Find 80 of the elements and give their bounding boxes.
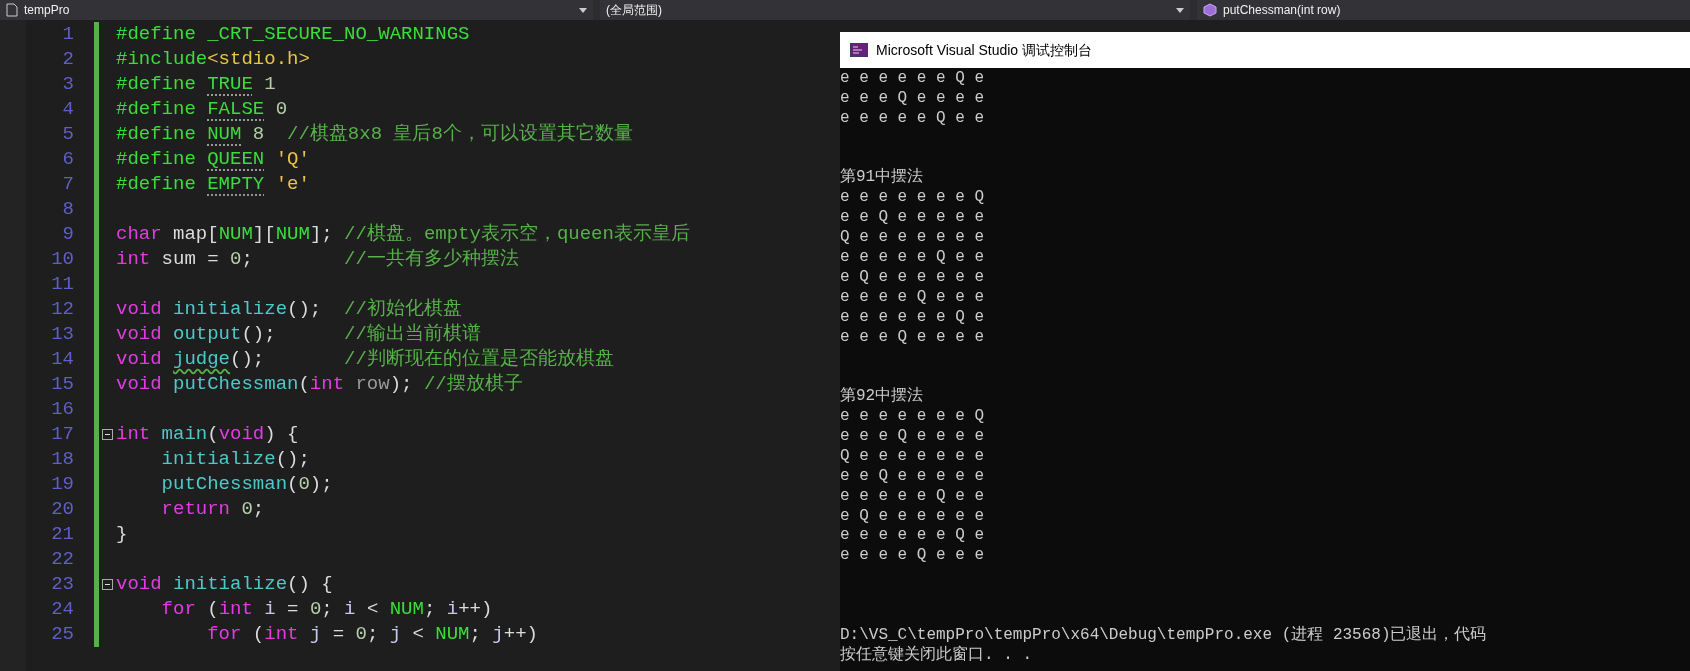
console-output-line: e e Q e e e e e [840, 466, 986, 487]
code-line: #define FALSE 0 [116, 97, 288, 123]
console-output-line: e e e e Q e e e [840, 546, 986, 567]
console-output-line: e e e e Q e e e [840, 287, 986, 308]
console-output-line: e e e Q e e e e [840, 88, 986, 109]
line-number: 9 [61, 222, 74, 248]
code-line: void judge(); //判断现在的位置是否能放棋盘 [116, 347, 614, 373]
line-number: 3 [61, 72, 74, 98]
line-number: 19 [50, 472, 74, 498]
code-line: initialize(); [160, 447, 310, 473]
code-line: #define NUM 8 //棋盘8x8 皇后8个，可以设置其它数量 [116, 122, 633, 148]
line-number: 14 [50, 347, 74, 373]
caret-icon [579, 7, 587, 13]
console-output-line: 按任意键关闭此窗口. . . [840, 645, 1033, 666]
line-number: 18 [50, 447, 74, 473]
code-line: int sum = 0; //一共有多少种摆法 [116, 247, 519, 273]
line-number: 20 [50, 497, 74, 523]
line-number: 16 [50, 397, 74, 423]
code-line: void initialize(); //初始化棋盘 [116, 297, 462, 323]
console-output-line: 第92中摆法 [840, 387, 925, 408]
code-line: for (int i = 0; i < NUM; i++) [160, 597, 493, 623]
line-number: 22 [50, 547, 74, 573]
console-output-line: 第91中摆法 [840, 168, 925, 189]
console-output-line: Q e e e e e e e [840, 228, 986, 248]
line-number: 13 [50, 322, 74, 348]
file-icon [6, 3, 18, 17]
code-line: int main(void) { [116, 422, 299, 448]
line-number: 8 [61, 197, 74, 223]
code-line: } [116, 522, 128, 548]
line-number: 21 [50, 522, 74, 548]
line-number: 11 [50, 272, 74, 298]
line-number: 2 [61, 47, 74, 73]
line-number: 25 [50, 622, 74, 648]
code-line: #define EMPTY 'e' [116, 172, 310, 198]
console-app-icon [850, 43, 868, 57]
line-number: 15 [50, 372, 74, 398]
code-line: void output(); //输出当前棋谱 [116, 322, 481, 348]
console-output-line: e e e e e e Q e [840, 307, 986, 328]
code-line: putChessman(0); [160, 472, 333, 498]
code-line: void initialize() { [116, 572, 333, 598]
member-dropdown[interactable]: putChessman(int row) [1197, 0, 1690, 20]
code-line: char map[NUM][NUM]; //棋盘。empty表示空，queen表示皇后 [116, 222, 690, 248]
code-line: #define TRUE 1 [116, 72, 276, 98]
console-output-line: e e Q e e e e e [840, 208, 986, 229]
console-output-line: e e e e e e Q e [840, 526, 986, 547]
console-output-line: e e e e e Q e e [840, 108, 986, 129]
line-number: 6 [61, 147, 74, 173]
console-output-line: e Q e e e e e e [840, 267, 986, 288]
cube-icon [1203, 3, 1217, 17]
console-output-line: e e e e e e e Q [840, 188, 986, 209]
scope-dropdown[interactable]: (全局范围) [600, 0, 1190, 20]
project-dropdown[interactable]: tempPro [0, 0, 593, 20]
line-number: 5 [61, 122, 74, 148]
line-number: 4 [61, 97, 74, 123]
line-number: 23 [50, 572, 74, 598]
console-output-line: e e e e e Q e e [840, 486, 986, 507]
code-line: #include<stdio.h> [116, 47, 310, 73]
line-number: 10 [50, 247, 74, 273]
code-line: void putChessman(int row); //摆放棋子 [116, 372, 523, 398]
console-output-line: e e e e e Q e e [840, 248, 986, 268]
console-output-line: e e e Q e e e e [840, 327, 986, 348]
code-line: #define QUEEN 'Q' [116, 147, 310, 173]
line-number: 24 [50, 597, 74, 623]
code-line: #define _CRT_SECURE_NO_WARNINGS [116, 22, 470, 48]
console-output-line: e e e e e e e Q [840, 407, 986, 428]
console-output-line: e Q e e e e e e [840, 506, 986, 527]
console-title: Microsoft Visual Studio 调试控制台 [876, 40, 1093, 60]
fold-toggle-icon[interactable] [102, 579, 113, 590]
console-output-line: e e e Q e e e e [840, 427, 986, 447]
console-output-line: e e e e e e Q e [840, 69, 986, 89]
fold-toggle-icon[interactable] [102, 429, 113, 440]
line-number: 7 [61, 172, 74, 198]
caret-icon [1176, 7, 1184, 13]
console-output-line: D:\VS_C\tempPro\tempPro\x64\Debug\tempPro.exe (进程 23568)已退出，代码 [840, 625, 1488, 645]
console-output-line: Q e e e e e e e [840, 446, 986, 467]
line-number: 1 [61, 22, 74, 48]
code-line: return 0; [160, 497, 265, 523]
code-line: for (int j = 0; j < NUM; j++) [206, 622, 538, 648]
line-number: 12 [50, 297, 74, 323]
line-number: 17 [50, 422, 74, 448]
